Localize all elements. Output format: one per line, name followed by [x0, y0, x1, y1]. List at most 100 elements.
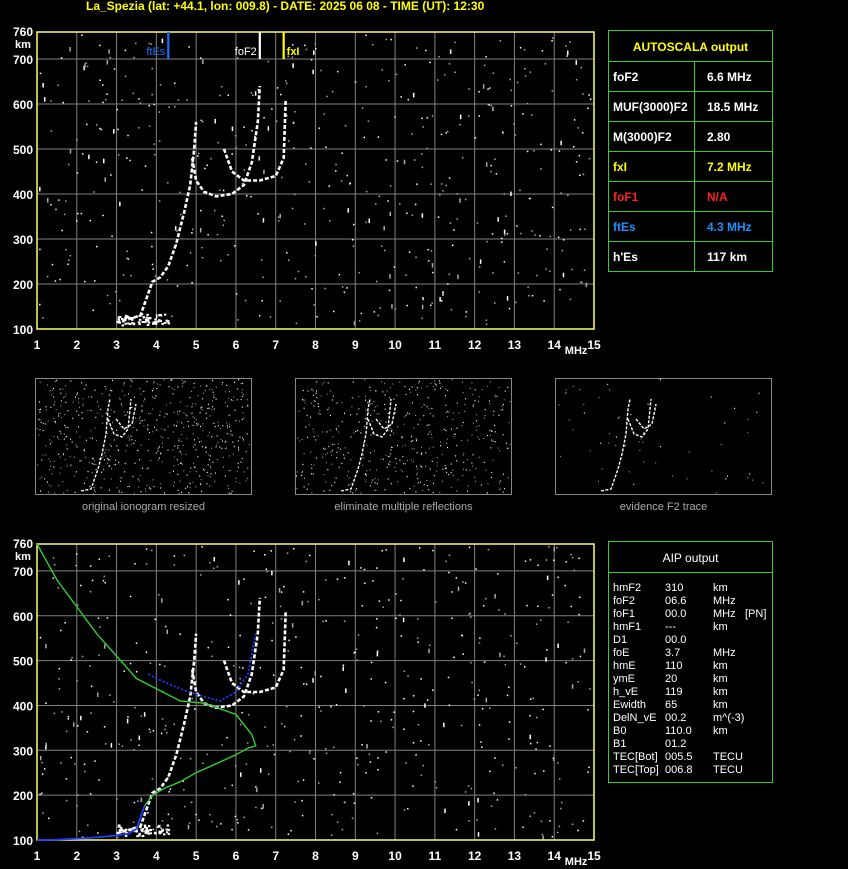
noise-dot [468, 88, 470, 90]
noise-dot [236, 818, 238, 821]
thumb-noise [226, 405, 228, 407]
thumb-noise [45, 406, 47, 408]
thumb-noise [486, 492, 488, 494]
noise-dot [400, 599, 402, 602]
noise-dot [271, 639, 273, 642]
thumb-noise [154, 426, 155, 428]
thumb-noise [39, 411, 41, 413]
noise-dot [510, 89, 513, 92]
thumb-noise [463, 410, 465, 412]
noise-dot [286, 252, 288, 254]
noise-dot [370, 720, 372, 722]
noise-dot [543, 770, 545, 772]
thumb-noise [495, 394, 496, 396]
thumb-noise [212, 391, 214, 393]
thumb-noise [47, 420, 49, 422]
thumb-noise [579, 388, 581, 391]
thumb-noise [412, 461, 414, 463]
thumb-noise [376, 413, 378, 415]
noise-dot [163, 665, 166, 667]
y-tick-label: 200 [13, 789, 33, 803]
noise-dot [439, 297, 441, 302]
x-tick-label: 5 [193, 849, 200, 863]
es-trace-dot [167, 320, 170, 323]
noise-dot [138, 744, 140, 747]
thumb-noise [331, 454, 333, 456]
thumb-noise [204, 469, 205, 471]
thumb-noise [120, 403, 122, 405]
thumb-noise [239, 436, 241, 438]
thumb-noise [124, 414, 126, 416]
y-tick-label: 760 [13, 25, 33, 39]
noise-dot [67, 715, 70, 718]
thumb-noise [296, 475, 297, 477]
noise-dot [396, 160, 399, 162]
noise-dot [267, 773, 270, 775]
thumb-noise [472, 465, 474, 467]
thumb-noise [752, 479, 754, 481]
noise-dot [60, 629, 62, 632]
thumb-noise [331, 484, 333, 487]
thumb-noise [323, 447, 325, 449]
thumb-noise [186, 474, 188, 476]
thumb-noise [601, 468, 603, 470]
noise-dot [307, 600, 309, 603]
noise-dot [391, 304, 393, 309]
noise-dot [529, 734, 531, 740]
thumb-noise [411, 459, 413, 461]
thumb-noise [607, 383, 609, 385]
noise-dot [39, 793, 41, 796]
thumb-noise [358, 408, 360, 410]
thumb-noise [362, 454, 364, 456]
noise-dot [448, 554, 451, 556]
thumb-noise [214, 426, 216, 428]
noise-dot [50, 100, 52, 102]
thumb-noise [78, 414, 80, 416]
thumb-noise [210, 473, 212, 475]
noise-dot [462, 653, 464, 655]
noise-dot [477, 797, 479, 803]
thumb-noise [493, 410, 495, 413]
noise-dot [167, 182, 169, 184]
thumb-noise [461, 425, 463, 427]
noise-dot [158, 200, 161, 202]
thumb-noise [346, 475, 348, 477]
noise-dot [412, 785, 414, 787]
thumb-noise [373, 400, 375, 403]
noise-dot [515, 766, 517, 769]
noise-dot [65, 799, 68, 802]
thumb-noise [89, 485, 91, 488]
thumb-noise [364, 473, 366, 475]
noise-dot [535, 748, 537, 750]
thumb-noise [711, 470, 713, 472]
thumb-noise [173, 465, 175, 467]
thumb-noise [135, 440, 136, 442]
noise-dot [300, 735, 302, 737]
noise-dot [393, 266, 396, 268]
noise-dot [191, 697, 194, 700]
noise-dot [84, 280, 86, 283]
noise-dot [414, 203, 417, 206]
noise-dot [402, 617, 405, 623]
thumb-noise [57, 436, 59, 438]
thumbnail-evidence [555, 378, 772, 495]
thumb-noise [140, 444, 142, 446]
noise-dot [118, 743, 121, 745]
noise-dot [151, 549, 153, 552]
thumb-noise [747, 431, 749, 434]
thumb-noise [225, 391, 227, 393]
noise-dot [502, 132, 504, 135]
noise-dot [173, 723, 175, 726]
noise-dot [254, 91, 257, 96]
thumb-noise [178, 438, 180, 440]
autoscala-title: AUTOSCALA output [632, 40, 749, 54]
noise-dot [456, 193, 459, 195]
thumb-noise [241, 406, 243, 408]
thumb-noise [413, 485, 415, 487]
thumb-noise [216, 435, 218, 437]
noise-dot [229, 614, 232, 616]
noise-dot [92, 309, 95, 312]
thumb-noise [617, 417, 619, 419]
thumb-noise [189, 486, 191, 488]
thumb-noise [492, 414, 494, 416]
